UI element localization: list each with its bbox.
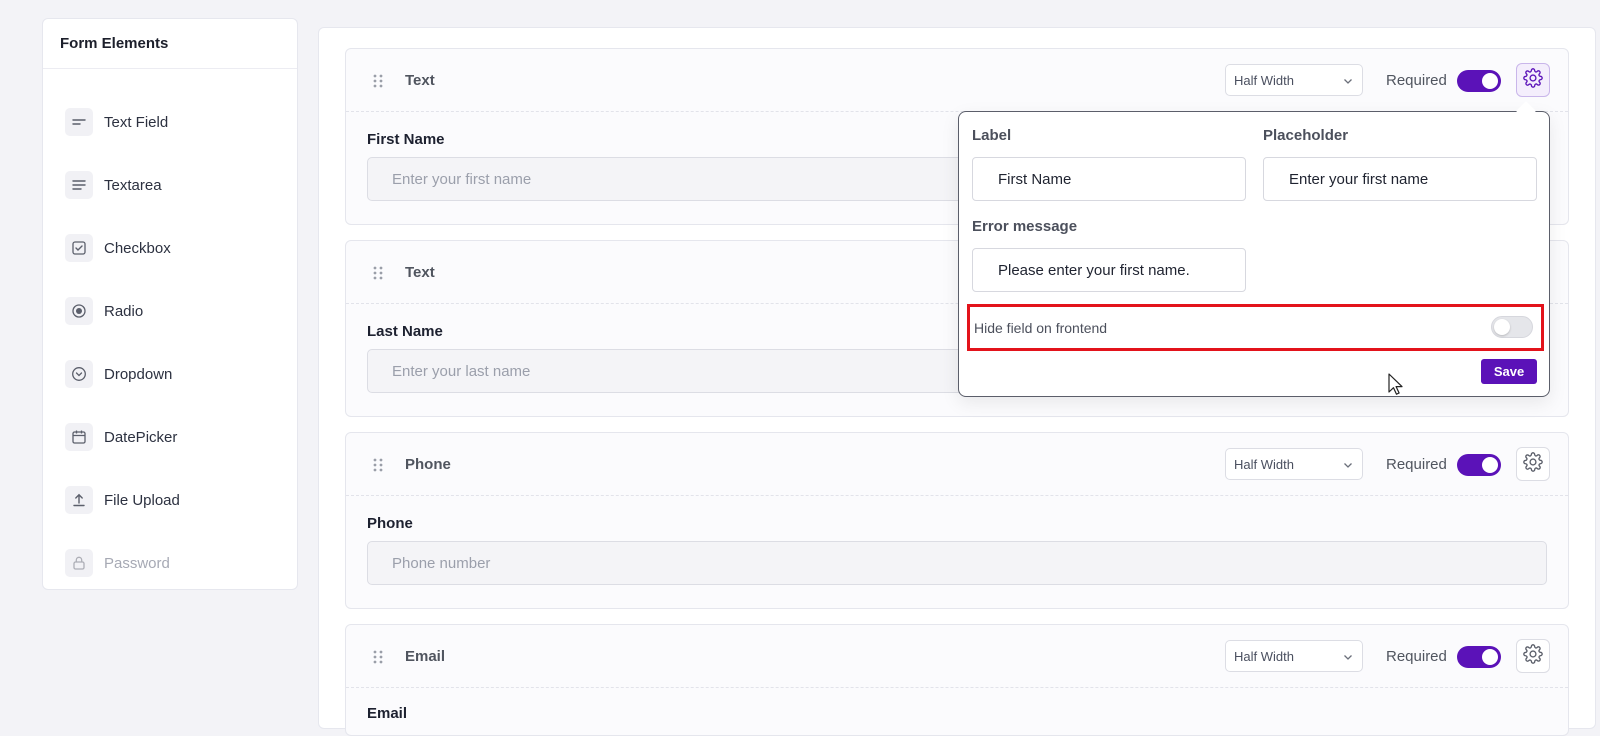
gear-icon <box>1523 67 1543 93</box>
calendar-icon <box>65 423 93 451</box>
required-label: Required <box>1386 71 1447 89</box>
card-header: Phone Half Width Required <box>346 433 1568 496</box>
required-label: Required <box>1386 647 1447 665</box>
label-heading: Label <box>972 127 1012 144</box>
sidebar-item-datepicker[interactable]: DatePicker <box>65 422 177 452</box>
width-select[interactable]: Half Width <box>1225 64 1363 96</box>
hide-field-label: Hide field on frontend <box>974 319 1108 336</box>
phone-preview-input[interactable]: Phone number <box>367 541 1547 585</box>
sidebar-item-label: Dropdown <box>104 365 173 383</box>
width-select-value: Half Width <box>1234 456 1294 472</box>
required-toggle[interactable] <box>1457 646 1501 668</box>
drag-handle-icon[interactable] <box>372 457 384 478</box>
width-select-value: Half Width <box>1234 72 1294 88</box>
text-field-icon <box>65 108 93 136</box>
gear-icon <box>1523 451 1543 477</box>
sidebar-item-password[interactable]: Password <box>65 548 170 578</box>
lock-icon <box>65 549 93 577</box>
gear-icon <box>1523 643 1543 669</box>
field-label: First Name <box>367 131 445 148</box>
hide-field-row: Hide field on frontend <box>967 304 1544 351</box>
field-card-email: Email Half Width Required Email <box>345 624 1569 736</box>
sidebar-item-radio[interactable]: Radio <box>65 296 143 326</box>
settings-button[interactable] <box>1516 447 1550 481</box>
width-select[interactable]: Half Width <box>1225 448 1363 480</box>
required-toggle[interactable] <box>1457 454 1501 476</box>
mouse-cursor-icon <box>1388 373 1404 402</box>
checkbox-icon <box>65 234 93 262</box>
hide-field-toggle[interactable] <box>1491 316 1533 338</box>
dropdown-icon <box>65 360 93 388</box>
sidebar-item-dropdown[interactable]: Dropdown <box>65 359 172 389</box>
field-label: Phone <box>367 515 413 532</box>
card-header: Email Half Width Required <box>346 625 1568 688</box>
width-select[interactable]: Half Width <box>1225 640 1363 672</box>
field-type-label: Phone <box>405 455 451 473</box>
placeholder-input[interactable]: Enter your first name <box>1263 157 1537 201</box>
sidebar-item-label: File Upload <box>104 491 180 509</box>
sidebar-item-checkbox[interactable]: Checkbox <box>65 233 171 263</box>
sidebar-item-label: Password <box>104 554 170 572</box>
textarea-icon <box>65 171 93 199</box>
sidebar-item-label: Radio <box>104 302 144 320</box>
field-type-label: Text <box>405 263 435 281</box>
chevron-down-icon <box>1342 651 1354 666</box>
settings-button[interactable] <box>1516 639 1550 673</box>
card-header: Text Half Width Required <box>346 49 1568 112</box>
error-message-input[interactable]: Please enter your first name. <box>972 248 1246 292</box>
sidebar-item-label: DatePicker <box>104 428 178 446</box>
radio-icon <box>65 297 93 325</box>
error-message-heading: Error message <box>972 218 1078 235</box>
label-input[interactable]: First Name <box>972 157 1246 201</box>
sidebar-item-label: Checkbox <box>104 239 171 257</box>
save-button[interactable]: Save <box>1481 359 1537 384</box>
sidebar-item-label: Textarea <box>104 176 162 194</box>
field-settings-popover: Label First Name Placeholder Enter your … <box>958 111 1550 397</box>
field-label: Email <box>367 705 408 722</box>
field-type-label: Email <box>405 647 446 665</box>
width-select-value: Half Width <box>1234 648 1294 664</box>
field-type-label: Text <box>405 71 435 89</box>
sidebar-item-file-upload[interactable]: File Upload <box>65 485 180 515</box>
field-card-phone: Phone Half Width Required Phone Phone nu… <box>345 432 1569 609</box>
field-label: Last Name <box>367 323 443 340</box>
form-elements-panel: Form Elements Text Field Textarea Checkb… <box>42 18 298 590</box>
placeholder-heading: Placeholder <box>1263 127 1349 144</box>
panel-title: Form Elements <box>43 19 297 69</box>
drag-handle-icon[interactable] <box>372 265 384 286</box>
sidebar-item-textarea[interactable]: Textarea <box>65 170 162 200</box>
drag-handle-icon[interactable] <box>372 73 384 94</box>
sidebar-item-label: Text Field <box>104 113 169 131</box>
upload-icon <box>65 486 93 514</box>
sidebar-item-text-field[interactable]: Text Field <box>65 107 168 137</box>
drag-handle-icon[interactable] <box>372 649 384 670</box>
chevron-down-icon <box>1342 75 1354 90</box>
chevron-down-icon <box>1342 459 1354 474</box>
settings-button[interactable] <box>1516 63 1550 97</box>
required-toggle[interactable] <box>1457 70 1501 92</box>
required-label: Required <box>1386 455 1447 473</box>
